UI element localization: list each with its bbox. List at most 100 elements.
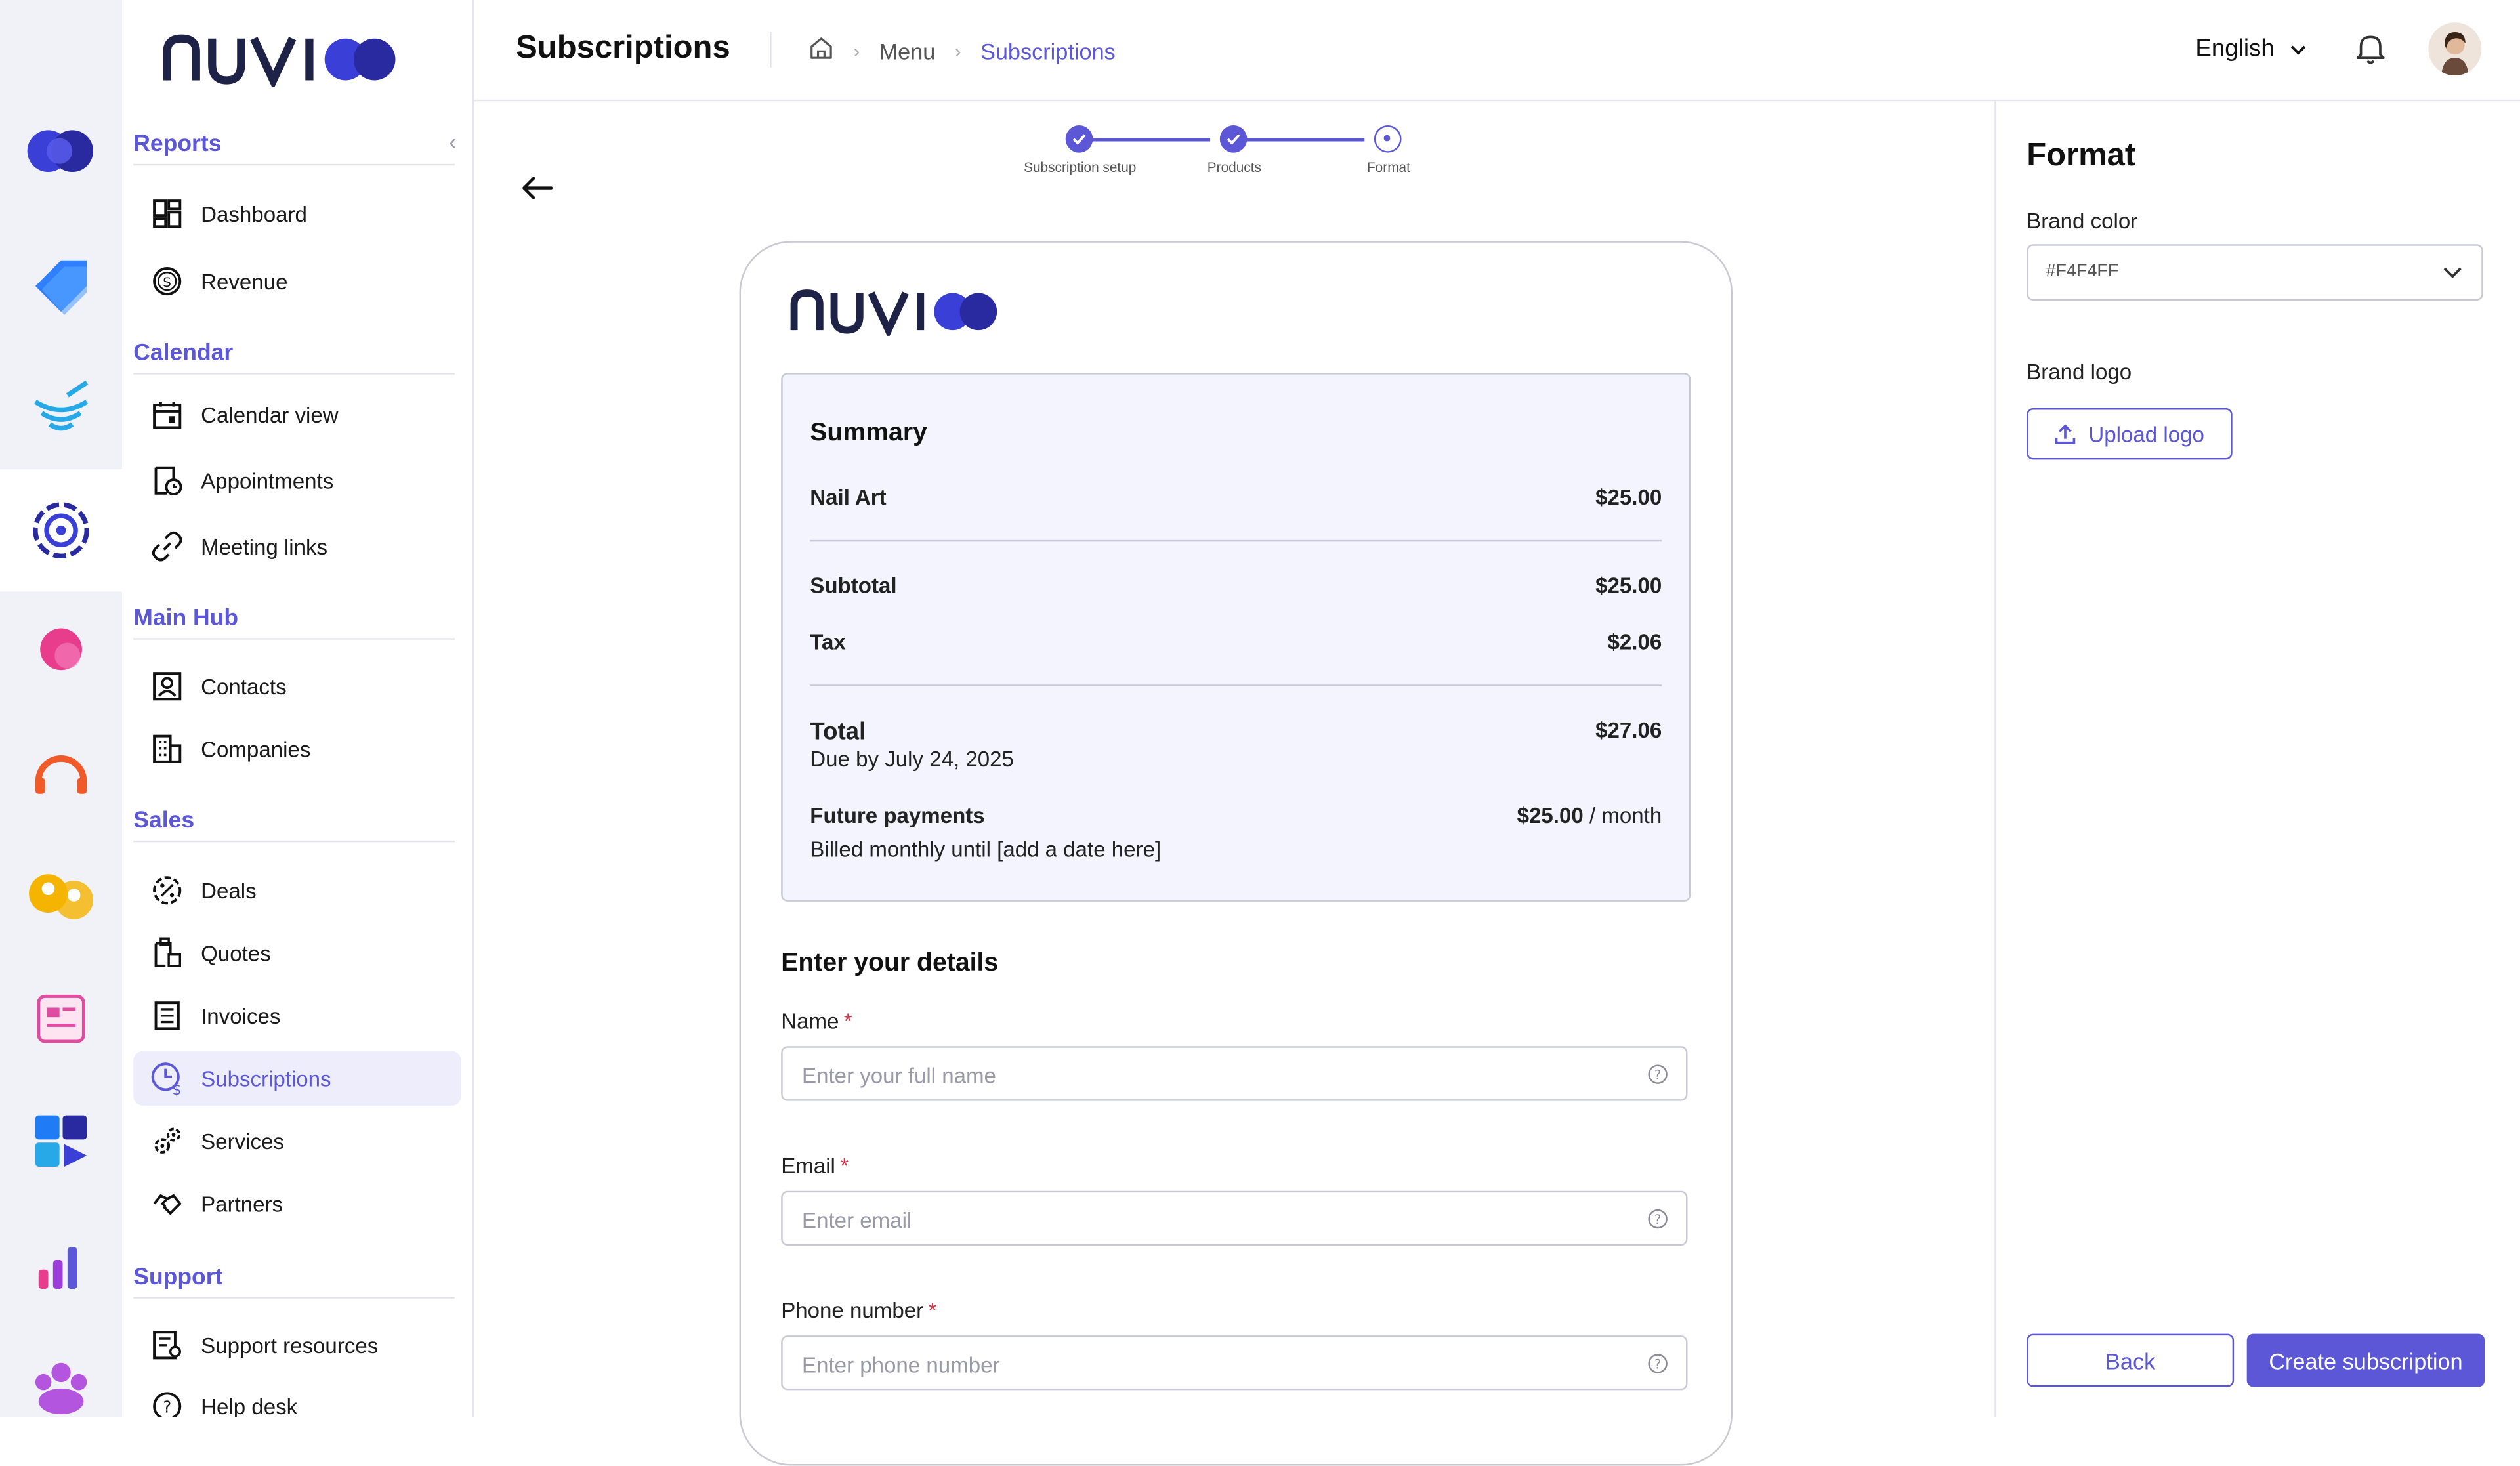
back-button[interactable]: Back xyxy=(2026,1333,2235,1387)
current-step-dot-icon xyxy=(1383,135,1391,142)
section-calendar: Calendar xyxy=(133,341,455,375)
due-date: Due by July 24, 2025 xyxy=(810,747,1014,772)
rail-app-marketing[interactable] xyxy=(0,347,122,469)
sidebar-item-deals[interactable]: Deals xyxy=(133,863,461,917)
help-icon: ? xyxy=(150,1389,185,1418)
headset-app-icon xyxy=(35,755,87,794)
step-label: Subscription setup xyxy=(1024,159,1137,175)
rail-app-settings[interactable] xyxy=(0,469,123,592)
step-subscription-setup[interactable] xyxy=(1065,125,1093,153)
sidebar-item-revenue[interactable]: $ Revenue xyxy=(133,254,461,308)
dashboard-icon xyxy=(150,196,185,232)
svg-text:$: $ xyxy=(172,1082,181,1096)
future-amount-group: $25.00 / month xyxy=(1517,804,1662,828)
sidebar-item-contacts[interactable]: Contacts xyxy=(133,659,461,713)
billing-note: Billed monthly until [add a date here] xyxy=(810,837,1162,862)
email-input[interactable] xyxy=(799,1192,1609,1247)
sidebar-item-appointments[interactable]: Appointments xyxy=(133,453,461,508)
partners-icon xyxy=(150,1186,185,1221)
brand-color-select[interactable]: #F4F4FF xyxy=(2026,244,2483,301)
contact-icon xyxy=(150,669,185,704)
sidebar-item-label: Calendar view xyxy=(201,402,339,427)
brand-color-value: #F4F4FF xyxy=(2046,262,2119,282)
chevron-right-icon: › xyxy=(954,39,961,62)
subtotal-amount: $25.00 xyxy=(1595,574,1662,598)
home-icon[interactable] xyxy=(808,35,834,66)
sidebar-item-dashboard[interactable]: Dashboard xyxy=(133,186,461,241)
nuvi-app-icon xyxy=(27,130,94,173)
svg-text:?: ? xyxy=(163,1398,171,1417)
language-selector[interactable]: English xyxy=(2195,35,2306,63)
sidebar-item-help-desk[interactable]: ? Help desk xyxy=(133,1379,461,1418)
required-mark: * xyxy=(928,1298,937,1323)
section-main-hub: Main Hub xyxy=(133,606,455,640)
nuvi-logo xyxy=(163,34,396,87)
sidebar-item-label: Subscriptions xyxy=(201,1066,331,1091)
resources-icon xyxy=(150,1328,185,1363)
step-label: Products xyxy=(1207,159,1261,175)
step-label: Format xyxy=(1366,159,1410,175)
check-icon xyxy=(1072,134,1086,145)
breadcrumb-subscriptions[interactable]: Subscriptions xyxy=(980,38,1116,64)
breadcrumb: › Menu › Subscriptions xyxy=(808,35,1116,66)
rail-app-chat[interactable] xyxy=(0,591,122,713)
sidebar-item-quotes[interactable]: Quotes xyxy=(133,926,461,980)
upload-logo-label: Upload logo xyxy=(2088,421,2204,446)
tag-app-icon xyxy=(35,260,87,316)
breadcrumb-menu[interactable]: Menu xyxy=(879,38,936,64)
sidebar-item-invoices[interactable]: Invoices xyxy=(133,988,461,1043)
rail-app-tags[interactable] xyxy=(0,225,122,347)
step-products[interactable] xyxy=(1219,125,1248,153)
sidebar-item-support-resources[interactable]: Support resources xyxy=(133,1318,461,1372)
svg-text:?: ? xyxy=(1654,1356,1661,1372)
back-arrow-icon[interactable] xyxy=(519,175,555,209)
sidebar-item-calendar-view[interactable]: Calendar view xyxy=(133,387,461,442)
invoice-icon xyxy=(150,998,185,1034)
chat-bubble-app-icon xyxy=(40,628,82,671)
bell-icon[interactable] xyxy=(2356,32,2385,72)
rail-app-analytics[interactable] xyxy=(0,1202,122,1324)
upload-icon xyxy=(2055,424,2076,444)
help-circle-icon[interactable]: ? xyxy=(1647,1209,1668,1238)
deal-icon xyxy=(150,873,185,908)
sidebar-item-companies[interactable]: Companies xyxy=(133,722,461,776)
rail-app-forms[interactable] xyxy=(0,958,122,1080)
blocks-app-icon xyxy=(35,1115,87,1167)
phone-input[interactable] xyxy=(799,1337,1609,1392)
sidebar-item-label: Appointments xyxy=(201,468,334,493)
summary-divider xyxy=(810,684,1662,686)
sidebar: ‹ Reports Dashboard $ Revenue Calendar C… xyxy=(122,0,474,1418)
rail-app-nuvi[interactable] xyxy=(0,90,122,212)
help-circle-icon[interactable]: ? xyxy=(1647,1353,1668,1382)
rail-app-support[interactable] xyxy=(0,713,122,835)
appointment-icon xyxy=(150,463,185,498)
step-format[interactable] xyxy=(1374,125,1402,153)
help-circle-icon[interactable]: ? xyxy=(1647,1064,1668,1093)
team-app-icon xyxy=(35,1362,87,1415)
create-subscription-button[interactable]: Create subscription xyxy=(2246,1333,2485,1387)
sidebar-item-label: Companies xyxy=(201,736,311,761)
future-amount: $25.00 xyxy=(1517,803,1584,828)
people-app-icon xyxy=(29,874,94,919)
rail-app-community[interactable] xyxy=(0,835,122,957)
avatar[interactable] xyxy=(2428,22,2482,76)
subtotal-row: Subtotal $25.00 xyxy=(810,574,1662,598)
form-app-icon xyxy=(37,994,85,1043)
sidebar-item-label: Dashboard xyxy=(201,201,307,226)
name-input[interactable] xyxy=(799,1047,1609,1103)
details-title: Enter your details xyxy=(781,950,999,977)
sidebar-item-label: Quotes xyxy=(201,940,271,965)
sidebar-item-partners[interactable]: Partners xyxy=(133,1177,461,1231)
marketing-app-icon xyxy=(33,380,89,431)
sidebar-item-services[interactable]: Services xyxy=(133,1114,461,1168)
total-row: Total $27.06 xyxy=(810,719,1662,746)
sidebar-item-subscriptions[interactable]: $ Subscriptions xyxy=(133,1051,461,1106)
upload-logo-button[interactable]: Upload logo xyxy=(2026,408,2233,460)
app-root: ‹ Reports Dashboard $ Revenue Calendar C… xyxy=(0,0,2520,1466)
link-icon xyxy=(150,529,185,564)
rail-app-apps[interactable] xyxy=(0,1080,122,1202)
sidebar-item-meeting-links[interactable]: Meeting links xyxy=(133,519,461,574)
total-label: Total xyxy=(810,718,866,746)
svg-text:$: $ xyxy=(163,274,172,291)
rail-app-team[interactable] xyxy=(0,1324,122,1446)
